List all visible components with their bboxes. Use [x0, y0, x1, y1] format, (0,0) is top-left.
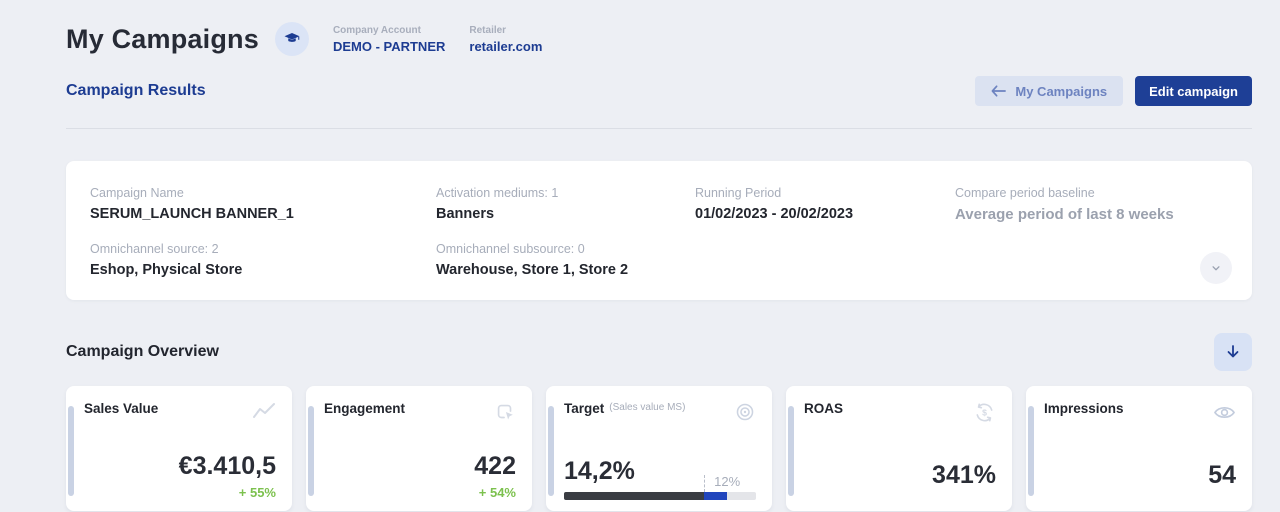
card-engagement: Engagement 422 + 54% [306, 386, 532, 511]
card-accent-strip [68, 406, 74, 496]
field-omnichannel-source: Omnichannel source: 2 Eshop, Physical St… [90, 242, 243, 278]
bullseye-icon [734, 401, 756, 423]
company-account-block: Company Account DEMO - PARTNER [333, 25, 445, 54]
card-accent-strip [308, 406, 314, 496]
field-running-period: Running Period 01/02/2023 - 20/02/2023 [695, 186, 854, 222]
target-progress-bar [564, 492, 756, 500]
card-accent-strip [1028, 406, 1034, 496]
card-title: Impressions [1044, 401, 1124, 416]
retailer-value: retailer.com [469, 38, 543, 54]
card-sales-value: Sales Value €3.410,5 + 55% [66, 386, 292, 511]
target-progress-area: 14,2% 12% [564, 453, 756, 500]
card-title: Engagement [324, 401, 406, 416]
card-title: Target [564, 401, 605, 416]
header-divider [66, 128, 1252, 129]
expand-details-button[interactable] [1200, 252, 1232, 284]
trend-line-icon [252, 401, 276, 423]
card-impressions: Impressions 54 [1026, 386, 1252, 511]
card-title: Sales Value [84, 401, 159, 416]
eye-icon [1213, 401, 1236, 424]
svg-text:$: $ [982, 407, 987, 417]
card-value: €3.410,5 [178, 452, 276, 480]
click-icon [494, 401, 516, 423]
arrow-left-icon [991, 85, 1007, 97]
field-campaign-name: Campaign Name SERUM_LAUNCH BANNER_1 [90, 186, 294, 222]
edit-campaign-button[interactable]: Edit campaign [1135, 76, 1252, 106]
chevron-down-icon [1209, 261, 1223, 275]
campaign-results-page: My Campaigns Company Account DEMO - PART… [0, 0, 1280, 511]
company-account-label: Company Account [332, 24, 421, 36]
retailer-label: Retailer [469, 24, 507, 36]
toolbar: Campaign Results My Campaigns Edit campa… [66, 76, 1252, 106]
card-target: Target (Sales value MS) 14,2% 12% [546, 386, 772, 511]
retailer-block: Retailer retailer.com [469, 25, 542, 54]
overview-title: Campaign Overview [66, 343, 219, 360]
field-activation-mediums: Activation mediums: 1 Banners [436, 186, 559, 222]
overview-header: Campaign Overview [66, 333, 1252, 371]
company-account-value: DEMO - PARTNER [332, 38, 446, 54]
target-marker-line [704, 475, 706, 492]
card-accent-strip [548, 406, 554, 496]
card-value: 341% [932, 461, 996, 489]
progress-actual-segment [564, 492, 705, 500]
card-value: 14,2% [564, 457, 635, 485]
back-button-label: My Campaigns [1015, 83, 1108, 99]
target-marker-label: 12% [714, 474, 741, 489]
graduation-cap-icon [274, 22, 309, 56]
card-delta: + 54% [478, 485, 516, 500]
currency-refresh-icon: $ [973, 401, 996, 424]
back-to-my-campaigns-button[interactable]: My Campaigns [975, 76, 1124, 106]
card-subtitle: (Sales value MS) [609, 402, 686, 413]
card-roas: ROAS $ 341% [786, 386, 1012, 511]
card-title: ROAS [804, 401, 844, 416]
card-value: 422 [474, 452, 516, 480]
card-accent-strip [788, 406, 794, 496]
download-button[interactable] [1214, 333, 1252, 371]
page-title: My Campaigns [66, 23, 259, 54]
metric-cards-row: Sales Value €3.410,5 + 55% Engagement 42… [66, 386, 1252, 511]
arrow-down-icon [1224, 343, 1242, 361]
page-header: My Campaigns Company Account DEMO - PART… [66, 22, 1252, 56]
field-omnichannel-subsource: Omnichannel subsource: 0 Warehouse, Stor… [436, 242, 629, 278]
card-delta: + 55% [238, 485, 276, 500]
section-title: Campaign Results [66, 82, 206, 99]
toolbar-buttons: My Campaigns Edit campaign [975, 76, 1252, 106]
card-value: 54 [1208, 461, 1236, 489]
progress-over-target-segment [704, 492, 728, 500]
campaign-info-card: Campaign Name SERUM_LAUNCH BANNER_1 Acti… [66, 161, 1252, 300]
field-compare-baseline: Compare period baseline Average period o… [955, 186, 1174, 223]
